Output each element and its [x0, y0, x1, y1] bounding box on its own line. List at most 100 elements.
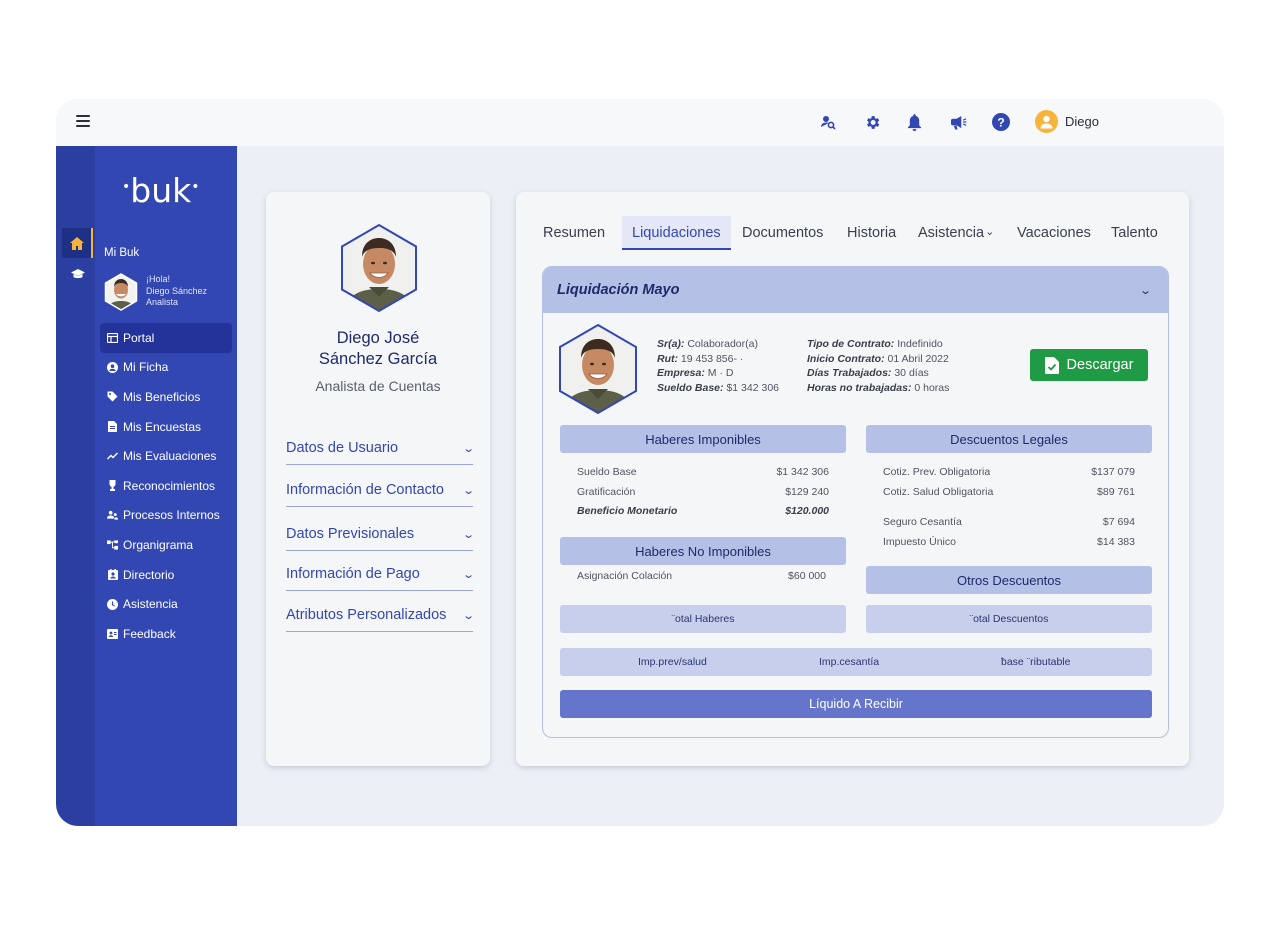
profile-name: Diego José Sánchez García	[318, 329, 438, 368]
graduation-cap-icon[interactable]	[62, 259, 93, 289]
profile-photo	[341, 223, 417, 313]
chevron-down-icon: ⌄	[461, 442, 475, 455]
tab-resumen[interactable]: Resumen	[543, 216, 605, 250]
sidebar-item-label: Mis Beneficios	[123, 389, 201, 404]
sidebar-item-mis-beneficios[interactable]: Mis Beneficios	[100, 382, 232, 412]
sidebar-item-reconocimientos[interactable]: Reconocimientos	[100, 471, 232, 501]
buk-logo[interactable]: •buk•	[122, 171, 200, 210]
document-check-icon	[1044, 356, 1059, 374]
contacts-icon	[107, 569, 118, 581]
liquidacion-header[interactable]: Liquidación Mayo ⌄	[543, 267, 1168, 313]
sidebar-nav: Portal Mi Ficha Mis Beneficios Mis Encue…	[100, 323, 232, 649]
home-icon[interactable]	[62, 228, 93, 258]
top-bar: ? Diego	[56, 99, 1224, 146]
module-rail	[56, 146, 95, 826]
svg-text:?: ?	[997, 115, 1004, 129]
app-window: ? Diego •buk• Mi Buk ¡Hola! Diego Sánche…	[56, 99, 1224, 826]
chevron-down-icon: ⌄	[985, 226, 995, 238]
profile-role: Analista de Cuentas	[315, 378, 441, 394]
user-name: Diego	[1065, 114, 1099, 129]
trend-icon	[107, 451, 118, 462]
section-informacion-pago[interactable]: Información de Pago ⌄	[286, 566, 475, 591]
portal-icon	[107, 332, 118, 343]
employee-info-left: Sr(a): Colaborador(a) Rut: 19 453 856- ·…	[657, 338, 780, 395]
gear-icon[interactable]	[862, 112, 882, 132]
otros-descuentos-header: Otros Descuentos	[866, 566, 1152, 594]
sidebar-item-label: Feedback	[123, 626, 176, 641]
sidebar-item-label: Mi Ficha	[123, 360, 169, 375]
sidebar-item-label: Procesos Internos	[123, 508, 220, 523]
sidebar-profile: ¡Hola! Diego Sánchez Analista	[104, 273, 207, 311]
sidebar-avatar	[104, 273, 138, 311]
sidebar-section-label: Mi Buk	[104, 247, 140, 259]
sidebar-item-mi-ficha[interactable]: Mi Ficha	[100, 353, 232, 383]
sidebar-item-mis-evaluaciones[interactable]: Mis Evaluaciones	[100, 441, 232, 471]
sidebar-item-organigrama[interactable]: Organigrama	[100, 530, 232, 560]
impuestos-bar: Imp.prev/salud Imp.cesantía ƀase ¨ributa…	[560, 648, 1152, 676]
bell-icon[interactable]	[904, 112, 924, 132]
sidebar-item-label: Mis Encuestas	[123, 419, 202, 434]
section-atributos-personalizados[interactable]: Atributos Personalizados ⌄	[286, 607, 475, 632]
sidebar-item-label: Reconocimientos	[123, 478, 216, 493]
tag-icon	[107, 391, 118, 402]
sidebar-user-name: Diego Sánchez	[146, 285, 208, 296]
sidebar-item-portal[interactable]: Portal	[100, 323, 232, 353]
sidebar-item-feedback[interactable]: Feedback	[100, 619, 232, 649]
table-row: Cotiz. Prev. Obligatoria $137 079	[883, 466, 1135, 478]
tab-talento[interactable]: Talento	[1111, 216, 1158, 250]
table-row: Asignación Colación $60 000	[577, 570, 826, 582]
haberes-no-imponibles-header: Haberes No Imponibles	[560, 537, 846, 565]
descuentos-legales-header: Descuentos Legales	[866, 425, 1152, 453]
employee-photo	[559, 323, 637, 415]
sidebar-item-directorio[interactable]: Directorio	[100, 560, 232, 590]
total-descuentos-bar: ¨otal Descuentos	[866, 605, 1152, 633]
sidebar-item-label: Organigrama	[123, 537, 194, 552]
tab-documentos[interactable]: Documentos	[742, 216, 823, 250]
base-tributable-label: ƀase ¨ributable	[1001, 656, 1071, 668]
tab-vacaciones[interactable]: Vacaciones	[1017, 216, 1091, 250]
imp-cesantia-label: Imp.cesantía	[819, 656, 880, 668]
clock-icon	[107, 598, 118, 610]
total-haberes-bar: ¨otal Haberes	[560, 605, 846, 633]
section-datos-usuario[interactable]: Datos de Usuario ⌄	[286, 440, 475, 465]
people-icon	[107, 510, 118, 521]
liquidacion-panel: Liquidación Mayo ⌄ Sr(a): Colaborador(a)…	[542, 266, 1169, 738]
sidebar-user-role: Analista	[146, 297, 179, 307]
help-icon[interactable]: ?	[991, 112, 1011, 132]
chevron-down-icon: ⌄	[461, 484, 475, 497]
chevron-down-icon: ⌄	[461, 528, 475, 541]
sidebar-item-mis-encuestas[interactable]: Mis Encuestas	[100, 412, 232, 442]
section-datos-previsionales[interactable]: Datos Previsionales ⌄	[286, 526, 475, 551]
feedback-icon	[107, 628, 118, 639]
sidebar-item-procesos-internos[interactable]: Procesos Internos	[100, 501, 232, 531]
tab-liquidaciones[interactable]: Liquidaciones	[622, 216, 731, 250]
table-row: Impuesto Único $14 383	[883, 536, 1135, 548]
liquidacion-title: Liquidación Mayo	[557, 282, 680, 298]
tab-historia[interactable]: Historia	[847, 216, 896, 250]
main-card: Resumen Liquidaciones Documentos Histori…	[516, 192, 1189, 766]
user-search-icon[interactable]	[818, 112, 838, 132]
sidebar-item-label: Asistencia	[123, 597, 178, 612]
imp-prev-salud-label: Imp.prev/salud	[638, 656, 707, 668]
download-button[interactable]: Descargar	[1030, 349, 1148, 381]
table-row: Beneficio Monetario $120.000	[577, 505, 829, 517]
table-row: Sueldo Base $1 342 306	[577, 466, 829, 478]
haberes-imponibles-header: Haberes Imponibles	[560, 425, 846, 453]
megaphone-icon[interactable]	[948, 112, 968, 132]
table-row: Gratificación $129 240	[577, 486, 829, 498]
sidebar-item-label: Portal	[123, 330, 155, 345]
greeting: ¡Hola!	[146, 274, 171, 284]
tab-asistencia[interactable]: Asistencia⌄	[918, 216, 994, 250]
chevron-down-icon: ⌄	[461, 568, 475, 581]
trophy-icon	[107, 480, 118, 492]
table-row: Cotiz. Salud Obligatoria $89 761	[883, 486, 1135, 498]
section-informacion-contacto[interactable]: Información de Contacto ⌄	[286, 482, 475, 507]
table-row: Seguro Cesantía $7 694	[883, 516, 1135, 528]
user-menu[interactable]: Diego	[1035, 110, 1099, 133]
chevron-down-icon: ⌄	[461, 609, 475, 622]
hamburger-menu-icon[interactable]	[76, 115, 90, 127]
org-chart-icon	[107, 539, 118, 550]
sidebar-item-asistencia[interactable]: Asistencia	[100, 589, 232, 619]
document-icon	[107, 421, 118, 433]
chevron-down-icon: ⌄	[1138, 284, 1152, 297]
